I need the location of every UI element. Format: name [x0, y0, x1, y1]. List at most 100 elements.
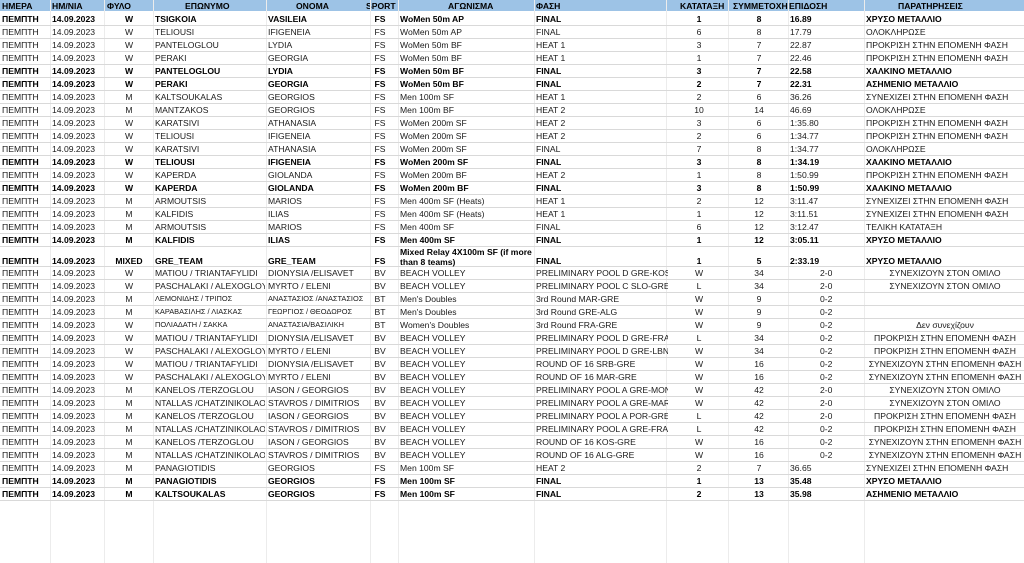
remarks-cell: ΣΥΝΕΧΙΖΟΥΝ ΣΤΟΝ ΟΜΙΛΟ	[889, 282, 1001, 291]
surname-cell: PERAKI	[155, 80, 188, 89]
event-cell: BEACH VOLLEY	[400, 334, 466, 343]
row-divider	[0, 129, 1024, 130]
date-cell: 14.09.2023	[52, 171, 96, 180]
firstname-cell: MARIOS	[268, 223, 302, 232]
day-cell: ΠΕΜΠΤΗ	[2, 373, 39, 382]
day-cell: ΠΕΜΠΤΗ	[2, 119, 39, 128]
rank-cell: W	[694, 386, 704, 395]
event-cell: BEACH VOLLEY	[400, 282, 466, 291]
surname-cell: PANTELOGLOU	[155, 41, 219, 50]
column-header: ΕΠΩΝΥΜΟ	[185, 1, 230, 11]
remarks-cell: ΣΥΝΕΧΙΖΟΥΝ ΣΤΗΝ ΕΠΟΜΕΝΗ ΦΑΣΗ	[868, 438, 1022, 447]
day-cell: ΠΕΜΠΤΗ	[2, 80, 39, 89]
rank-cell: 6	[696, 28, 702, 37]
gender-cell: W	[124, 184, 134, 193]
gender-cell: W	[124, 41, 134, 50]
date-cell: 14.09.2023	[52, 438, 96, 447]
rank-cell: 1	[696, 15, 702, 24]
gender-cell: M	[125, 425, 133, 434]
date-cell: 14.09.2023	[52, 106, 96, 115]
day-cell: ΠΕΜΠΤΗ	[2, 308, 39, 317]
performance-cell: 1:50.99	[790, 184, 820, 193]
event-cell: Men 400m SF	[400, 236, 455, 245]
rank-cell: 2	[696, 197, 702, 206]
column-header: ΑΓΩΝΙΣΜΑ	[448, 1, 494, 11]
participants-cell: 34	[754, 334, 764, 343]
participants-cell: 16	[754, 373, 764, 382]
gender-cell: M	[125, 399, 133, 408]
date-cell: 14.09.2023	[52, 41, 96, 50]
row-divider	[0, 51, 1024, 52]
row-divider	[0, 422, 1024, 423]
performance-cell: 22.87	[790, 41, 812, 50]
day-cell: ΠΕΜΠΤΗ	[2, 67, 39, 76]
gender-cell: W	[124, 347, 134, 356]
column-divider	[864, 0, 865, 563]
participants-cell: 34	[754, 282, 764, 291]
surname-cell: PASCHALAKI / ALEXOGLOY	[155, 373, 265, 382]
remarks-cell: ΠΡΟΚΡΙΣΗ ΣΤΗΝ ΕΠΟΜΕΝΗ ΦΑΣΗ	[866, 41, 1008, 50]
row-divider	[0, 461, 1024, 462]
sport-cell: FS	[374, 41, 386, 50]
surname-cell: NTALLAS /CHATZINIKOLAOU	[155, 399, 265, 408]
phase-cell: PRELIMINARY POOL D GRE-LBN	[536, 347, 668, 356]
rank-cell: 1	[696, 210, 702, 219]
surname-cell: PANAGIOTIDIS	[155, 477, 217, 486]
participants-cell: 6	[756, 119, 762, 128]
participants-cell: 14	[754, 106, 764, 115]
event-cell: BEACH VOLLEY	[400, 373, 466, 382]
rank-cell: 2	[696, 490, 702, 499]
firstname-cell: IASON / GEORGIOS	[268, 438, 349, 447]
phase-cell: HEAT 1	[536, 210, 566, 219]
gender-cell: W	[124, 28, 134, 37]
sport-cell: BV	[374, 438, 386, 447]
event-cell: Mixed Relay 4X100m SF (if more than 8 te…	[400, 247, 532, 267]
event-cell: Men 400m SF (Heats)	[400, 210, 485, 219]
phase-cell: ROUND OF 16 KOS-GRE	[536, 438, 636, 447]
firstname-cell: GEORGIOS	[268, 464, 315, 473]
participants-cell: 8	[756, 158, 762, 167]
gender-cell: W	[124, 171, 134, 180]
performance-cell: 3:12.47	[790, 223, 819, 232]
participants-cell: 8	[756, 15, 762, 24]
firstname-cell: DIONYSIA /ELISAVET	[268, 360, 354, 369]
remarks-cell: ΑΣΗΜΕΝΙΟ ΜΕΤΑΛΛΙΟ	[866, 490, 959, 499]
gender-cell: M	[125, 477, 133, 486]
sport-cell: FS	[374, 477, 386, 486]
gender-cell: W	[124, 119, 134, 128]
date-cell: 14.09.2023	[52, 360, 96, 369]
gender-cell: M	[125, 386, 133, 395]
phase-cell: HEAT 1	[536, 54, 566, 63]
remarks-cell: ΣΥΝΕΧΙΖΕΙ ΣΤΗΝ ΕΠΟΜΕΝΗ ΦΑΣΗ	[866, 197, 1009, 206]
surname-cell: PERAKI	[155, 54, 187, 63]
remarks-cell: ΠΡΟΚΡΙΣΗ ΣΤΗΝ ΕΠΟΜΕΝΗ ΦΑΣΗ	[866, 54, 1008, 63]
sport-cell: FS	[374, 236, 386, 245]
firstname-cell: MYRTO / ELENI	[268, 282, 331, 291]
performance-cell: 1:34.77	[790, 132, 819, 141]
firstname-cell: IASON / GEORGIOS	[268, 386, 349, 395]
gender-cell: M	[125, 236, 133, 245]
row-divider	[0, 487, 1024, 488]
day-cell: ΠΕΜΠΤΗ	[2, 132, 39, 141]
day-cell: ΠΕΜΠΤΗ	[2, 386, 39, 395]
gender-cell: M	[125, 308, 133, 317]
gender-cell: M	[125, 451, 133, 460]
gender-cell: M	[125, 210, 133, 219]
date-cell: 14.09.2023	[52, 295, 96, 304]
rank-cell: 7	[696, 145, 702, 154]
surname-cell: PASCHALAKI / ALEXOGLOY	[155, 347, 265, 356]
sport-cell: BV	[374, 269, 386, 278]
phase-cell: ROUND OF 16 MAR-GRE	[536, 373, 637, 382]
phase-cell: ROUND OF 16 SRB-GRE	[536, 360, 636, 369]
remarks-cell: ΠΡΟΚΡΙΣΗ ΣΤΗΝ ΕΠΟΜΕΝΗ ΦΑΣΗ	[874, 425, 1016, 434]
sport-cell: FS	[374, 145, 386, 154]
surname-cell: ΛΕΜΟΝΙΔΗΣ / ΤΡΙΠΟΣ	[155, 295, 233, 303]
gender-cell: M	[125, 412, 133, 421]
surname-cell: NTALLAS /CHATZINIKOLAOU	[155, 451, 265, 460]
column-divider	[534, 0, 535, 563]
row-divider	[0, 90, 1024, 91]
phase-cell: FINAL	[536, 257, 562, 266]
event-cell: Men 400m SF (Heats)	[400, 197, 485, 206]
column-header: ΣΥΜΜΕΤΟΧΗ	[733, 1, 788, 11]
remarks-cell: ΣΥΝΕΧΙΖΟΥΝ ΣΤΗΝ ΕΠΟΜΕΝΗ ΦΑΣΗ	[868, 373, 1022, 382]
